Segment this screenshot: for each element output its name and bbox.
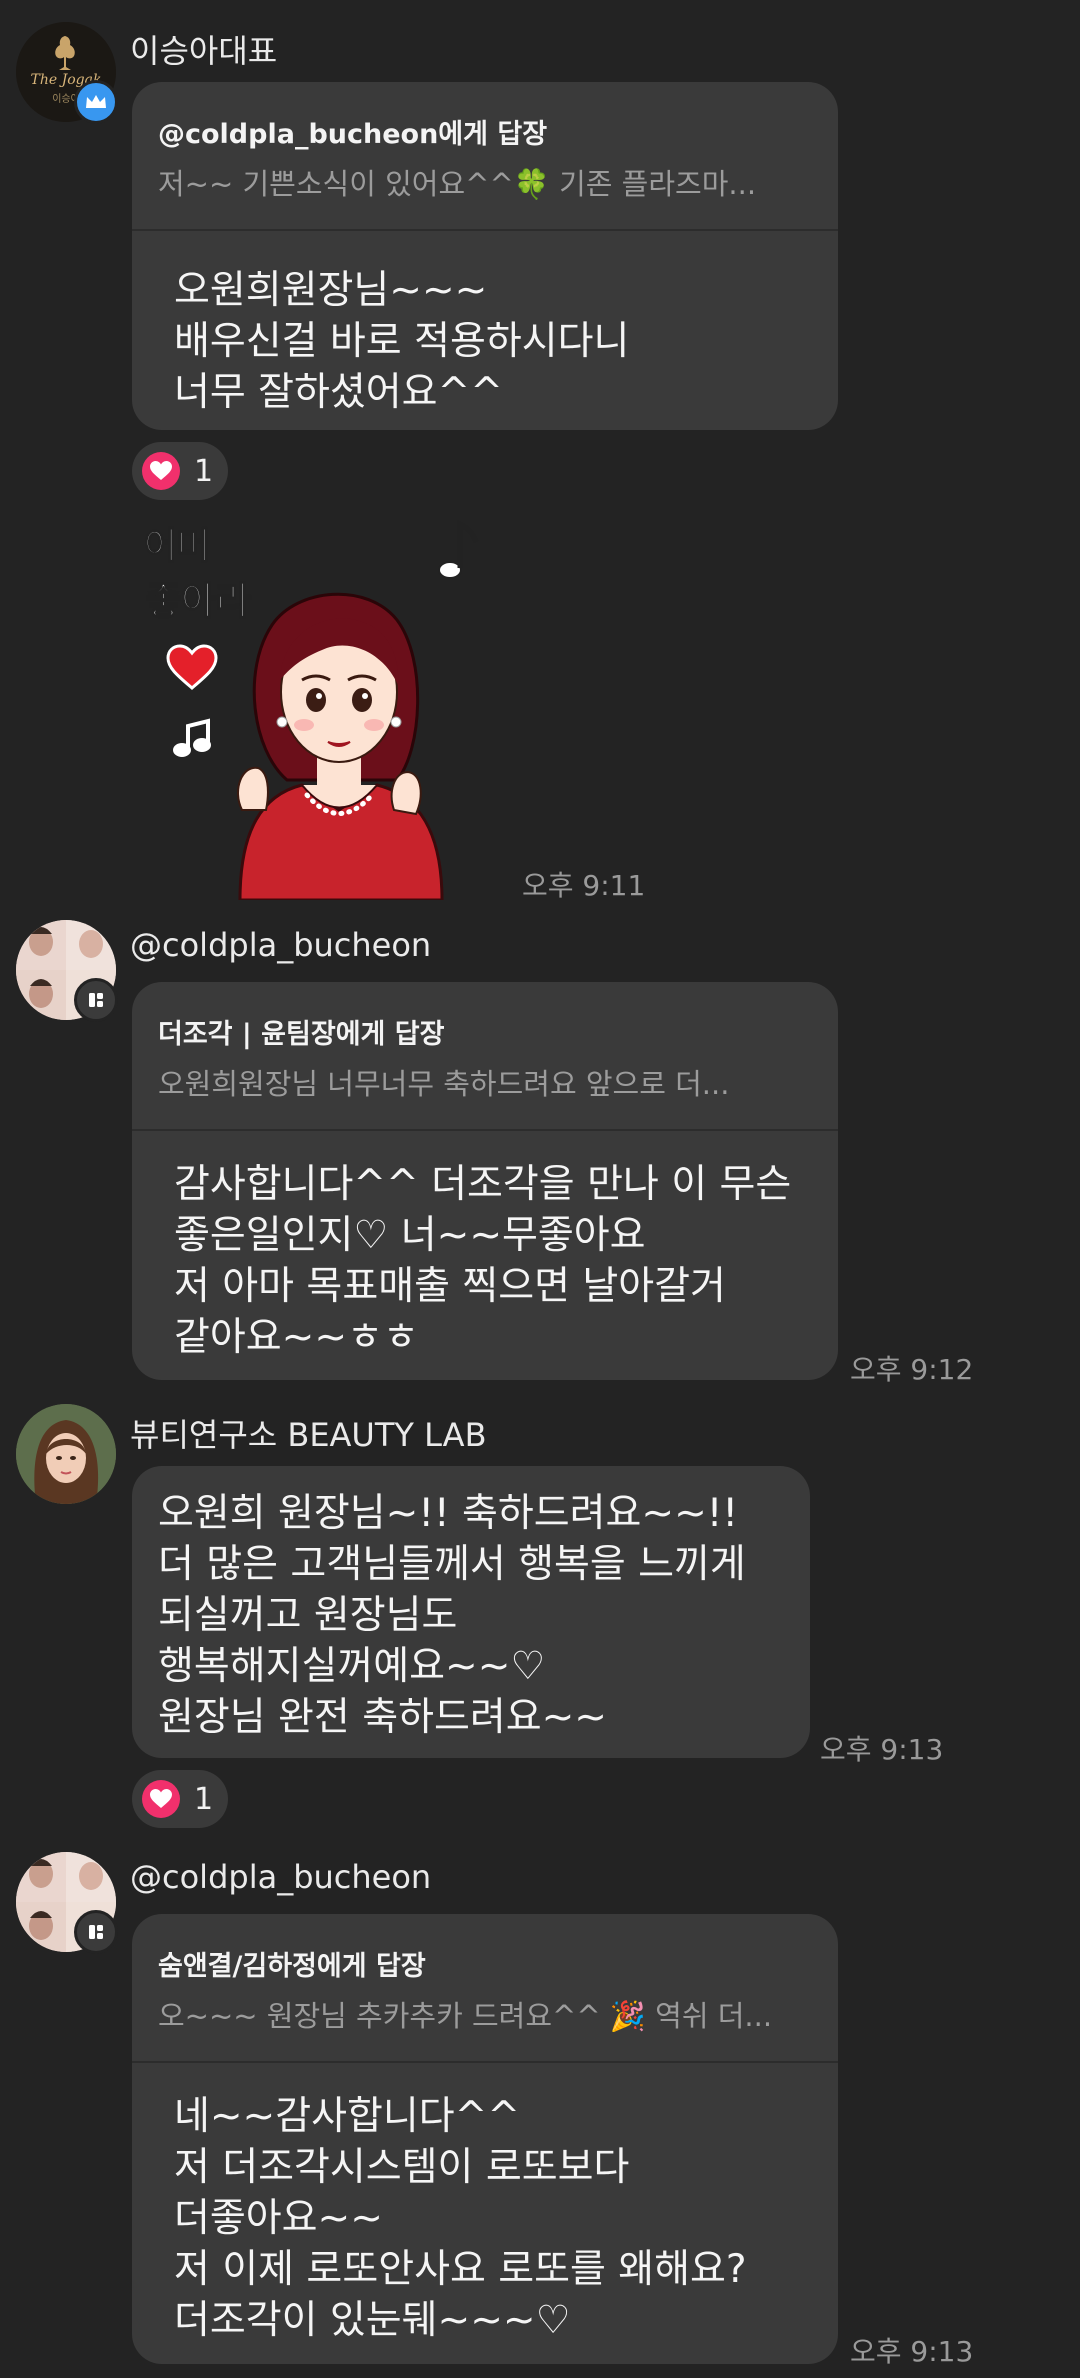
avatar-beauty-lab[interactable] [16,1404,116,1504]
reply-message-bubble[interactable]: 더조각 | 윤팀장에게 답장 오원희원장님 너무너무 축하드려요 앞으로 더..… [132,982,838,1380]
message-timestamp: 오후 9:13 [850,2335,974,2368]
message-text: 오원희원장님~~~ 배우신걸 바로 적용하시다니 너무 잘하셨어요^^ [174,268,630,415]
message-text: 네~~감사합니다^^ 저 더조각시스템이 로또보다 더좋아요~~ 저 이제 로또… [174,2094,747,2343]
sticker-woman-red-dress[interactable]: 어머 좋아라 [132,510,512,902]
sticker-text-1: 어머 [144,526,210,567]
message-timestamp: 오후 9:12 [850,1353,974,1386]
avatar-coldpla-bucheon[interactable] [16,1852,118,1954]
message-timestamp: 오후 9:13 [820,1733,944,1766]
heart-reaction-icon [142,1780,180,1818]
reply-quote-text: 오~~~ 원장님 추카추카 드려요^^ 🎉 역쉬 더... [158,1999,773,2033]
sender-name[interactable]: @coldpla_bucheon [130,926,431,964]
reply-message-bubble[interactable]: @coldpla_bucheon에게 답장 저~~ 기쁜소식이 있어요^^🍀 기… [132,82,838,430]
profile-photo-woman-icon [16,1404,116,1504]
reply-quote-title: @coldpla_bucheon에게 답장 [158,119,548,150]
sticker-text-2: 좋아라 [146,579,251,623]
reply-quote-text: 오원희원장님 너무너무 축하드려요 앞으로 더... [158,1067,730,1101]
reaction-count: 1 [194,453,214,489]
reply-quote-title: 숨앤결/김하정에게 답장 [158,1951,426,1982]
reply-quote-title: 더조각 | 윤팀장에게 답장 [158,1019,445,1050]
sender-name[interactable]: 뷰티연구소 BEAUTY LAB [130,1410,487,1456]
message-text: 감사합니다^^ 더조각을 만나 이 무슨 좋은일인지♡ 너~~무좋아요 저 아마… [174,1162,792,1360]
music-note-icon [438,519,479,579]
crown-badge-icon [74,80,118,124]
reaction-count: 1 [194,1781,214,1817]
message-text: 오원희 원장님~!! 축하드려요~~!! 더 많은 고객님들께서 행복을 느끼게… [158,1491,746,1740]
sticker-heart-icon [166,644,218,690]
reply-quote[interactable]: 숨앤결/김하정에게 답장 오~~~ 원장님 추카추카 드려요^^ 🎉 역쉬 더.… [132,1914,838,2063]
sender-name[interactable]: @coldpla_bucheon [130,1858,431,1896]
sender-name[interactable]: 이승아대표 [130,26,277,72]
reply-message-bubble[interactable]: 숨앤결/김하정에게 답장 오~~~ 원장님 추카추카 드려요^^ 🎉 역쉬 더.… [132,1914,838,2364]
reply-quote[interactable]: @coldpla_bucheon에게 답장 저~~ 기쁜소식이 있어요^^🍀 기… [132,82,838,231]
reply-quote-text: 저~~ 기쁜소식이 있어요^^🍀 기존 플라즈마... [158,167,757,201]
reaction-pill[interactable]: 1 [132,1770,228,1828]
page-badge-icon [74,1910,118,1954]
heart-reaction-icon [142,452,180,490]
message-bubble[interactable]: 오원희 원장님~!! 축하드려요~~!! 더 많은 고객님들께서 행복을 느끼게… [132,1466,810,1758]
reaction-pill[interactable]: 1 [132,442,228,500]
music-notes-icon [173,718,211,757]
message-timestamp: 오후 9:11 [522,869,646,902]
avatar-the-jogak[interactable]: The Jogak 이승아 [16,22,118,124]
avatar-coldpla-bucheon[interactable] [16,920,118,1022]
reply-quote[interactable]: 더조각 | 윤팀장에게 답장 오원희원장님 너무너무 축하드려요 앞으로 더..… [132,982,838,1131]
page-badge-icon [74,978,118,1022]
